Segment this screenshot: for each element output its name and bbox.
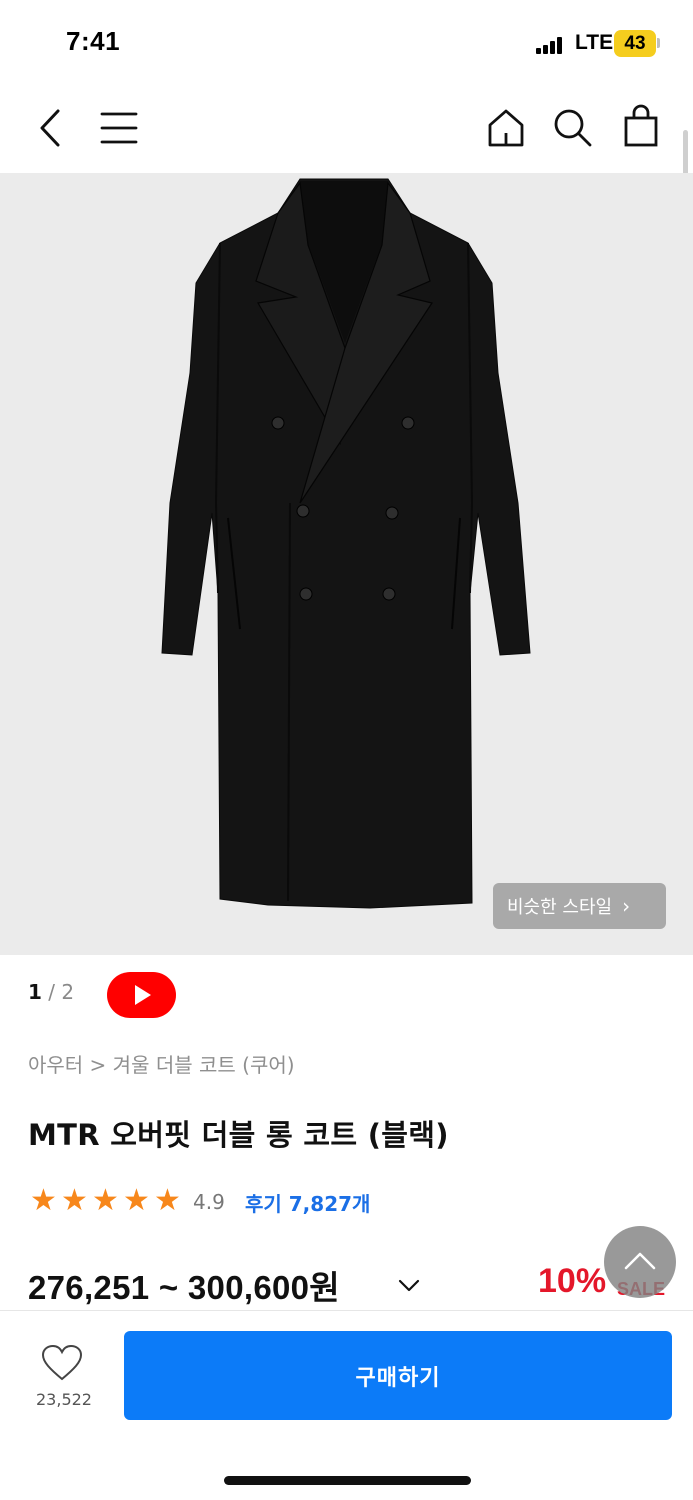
similar-style-label: 비슷한 스타일 <box>507 897 613 918</box>
chevron-up-icon <box>624 1252 656 1270</box>
star-icon: ★ <box>154 1183 181 1218</box>
home-icon[interactable] <box>487 108 525 148</box>
product-image[interactable] <box>0 173 693 955</box>
star-icon: ★ <box>61 1183 88 1218</box>
chevron-right-icon: › <box>622 894 631 918</box>
status-time: 7:41 <box>66 26 121 56</box>
back-icon[interactable] <box>34 108 66 148</box>
buy-button[interactable]: 구매하기 <box>124 1331 672 1420</box>
star-icon: ★ <box>30 1183 57 1218</box>
like-count: 23,522 <box>36 1390 92 1409</box>
chevron-down-icon[interactable] <box>398 1279 420 1293</box>
menu-icon[interactable] <box>100 111 138 145</box>
network-type: LTE <box>575 31 614 54</box>
youtube-play-button[interactable] <box>107 972 176 1018</box>
shopping-bag-icon[interactable] <box>623 104 659 148</box>
battery-icon: 43 <box>614 30 656 57</box>
scroll-to-top-button[interactable] <box>604 1226 676 1298</box>
home-indicator[interactable] <box>224 1476 471 1485</box>
pager-total: 2 <box>61 980 75 1004</box>
heart-icon[interactable] <box>40 1343 84 1383</box>
search-icon[interactable] <box>553 108 593 148</box>
similar-style-button[interactable]: 비슷한 스타일 › <box>493 883 666 929</box>
rating-stars: ★ ★ ★ ★ ★ <box>28 1186 183 1216</box>
product-title: MTR 오버핏 더블 롱 코트 (블랙) <box>28 1118 449 1152</box>
battery-tip <box>657 38 660 48</box>
product-page: 7:41 LTE 43 비슷한 스타일 › 1 / 2 아우터 > 겨울 더블 … <box>0 0 693 1500</box>
battery-level: 43 <box>624 32 646 54</box>
pager-separator: / <box>41 980 62 1004</box>
discount-rate: 10% <box>538 1262 607 1300</box>
image-pager: 1 / 2 <box>28 980 74 1004</box>
signal-icon <box>536 36 564 54</box>
pager-current: 1 <box>28 980 42 1004</box>
review-count-link[interactable]: 후기 7,827개 <box>245 1188 370 1217</box>
breadcrumb[interactable]: 아우터 > 겨울 더블 코트 (쿠어) <box>28 1049 295 1078</box>
coat-illustration <box>161 178 531 909</box>
rating-value: 4.9 <box>193 1190 225 1214</box>
price-range[interactable]: 276,251 ~ 300,600원 <box>28 1261 340 1309</box>
youtube-play-icon <box>135 985 151 1005</box>
star-icon: ★ <box>92 1183 119 1218</box>
bottom-bar-divider <box>0 1310 693 1311</box>
star-icon: ★ <box>123 1183 150 1218</box>
